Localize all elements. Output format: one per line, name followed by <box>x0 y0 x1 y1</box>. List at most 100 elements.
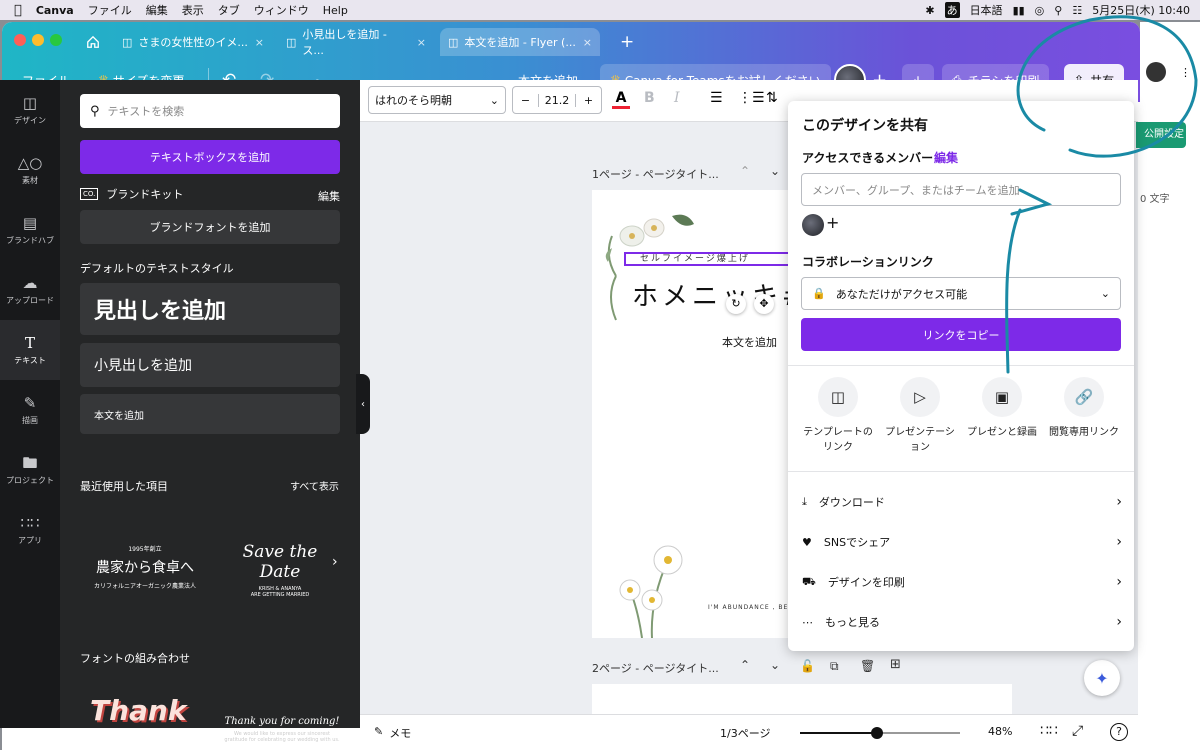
search-icon[interactable]: ⚲ <box>1054 4 1062 17</box>
font-size-stepper[interactable]: − 21.2 + <box>512 86 602 114</box>
spacing-icon[interactable]: ⇅ <box>766 90 778 106</box>
present-record-option[interactable]: ▣ プレゼンと録画 <box>962 377 1042 440</box>
wifi-icon[interactable]: ◎ <box>1035 4 1045 17</box>
zoom-slider-track[interactable] <box>800 727 960 739</box>
more-options-icon[interactable]: ⋮ <box>1180 66 1191 79</box>
more-row[interactable]: ⋯ もっと見る › <box>802 602 1122 642</box>
add-subheading-button[interactable]: 小見出しを追加 <box>80 343 340 387</box>
fullscreen-icon[interactable]: ⤢ <box>1072 723 1083 739</box>
bluetooth-icon[interactable]: ✱ <box>925 4 934 17</box>
rail-text[interactable]: T テキスト <box>0 320 60 380</box>
font-size-value[interactable]: 21.2 <box>539 94 575 107</box>
control-center-icon[interactable]: ☷ <box>1072 4 1082 17</box>
title-text[interactable]: ホメニッキ# <box>632 276 807 313</box>
minimize-window-button[interactable] <box>32 34 44 46</box>
zoom-value[interactable]: 48% <box>988 725 1012 738</box>
rotate-handle-icon[interactable]: ↻ <box>726 294 746 314</box>
add-page-icon[interactable]: ⊞ <box>890 657 901 672</box>
trash-icon[interactable]: 🗑 <box>860 659 875 673</box>
zoom-slider-knob[interactable] <box>871 727 883 739</box>
show-all-link[interactable]: すべて表示 <box>290 478 339 493</box>
lock-icon[interactable]: 🔓 <box>800 659 815 673</box>
font-family-select[interactable]: はれのそら明朝 ⌄ <box>368 86 506 114</box>
menu-view[interactable]: 表示 <box>182 2 204 18</box>
text-search-input[interactable]: ⚲ テキストを検索 <box>80 94 340 128</box>
rail-projects[interactable]: 🖿 プロジェクト <box>0 440 60 500</box>
brand-kit-edit-link[interactable]: 編集 <box>318 188 340 204</box>
rail-apps[interactable]: ∷∷ アプリ <box>0 500 60 560</box>
page-down-icon[interactable]: ⌄ <box>770 658 780 672</box>
menu-help[interactable]: Help <box>323 4 348 17</box>
ime-label[interactable]: 日本語 <box>970 2 1003 18</box>
magic-assistant-icon[interactable]: ✦ <box>1084 660 1120 696</box>
font-size-increase-button[interactable]: + <box>575 93 601 107</box>
list-icon[interactable]: ⋮☰ <box>738 90 765 106</box>
body-text[interactable]: 本文を追加 <box>722 334 777 350</box>
menu-file[interactable]: ファイル <box>88 2 132 18</box>
member-avatar[interactable] <box>802 214 824 236</box>
rail-design[interactable]: ◫ デザイン <box>0 80 60 140</box>
page-up-icon[interactable]: ⌃ <box>740 164 750 178</box>
add-members-input[interactable]: メンバー、グループ、またはチームを追加 <box>801 173 1121 206</box>
page-counter[interactable]: 1/3ページ <box>720 725 770 741</box>
presentation-option[interactable]: ▷ プレゼンテーシ ョン <box>880 377 960 455</box>
members-edit-link[interactable]: 編集 <box>934 149 958 166</box>
rail-brand[interactable]: ▤ ブランドハブ <box>0 200 60 260</box>
battery-icon[interactable]: ▮▮ <box>1013 4 1025 17</box>
font-size-decrease-button[interactable]: − <box>513 93 539 107</box>
download-row[interactable]: ⤓ ダウンロード › <box>802 482 1122 522</box>
tagline-text[interactable]: セルフイメージ爆上げ <box>624 252 794 266</box>
combo-thank-you[interactable]: Thank you! <box>90 696 200 728</box>
page-up-icon[interactable]: ⌃ <box>740 658 750 672</box>
close-window-button[interactable] <box>14 34 26 46</box>
menu-edit[interactable]: 編集 <box>146 2 168 18</box>
add-body-button[interactable]: 本文を追加 <box>80 394 340 434</box>
tab-2[interactable]: ◫ 小見出しを追加 - ス... × <box>278 28 434 57</box>
add-textbox-button[interactable]: テキストボックスを追加 <box>80 140 340 174</box>
page1-label[interactable]: 1ページ - ページタイト... <box>592 166 719 182</box>
help-icon[interactable]: ? <box>1110 723 1128 741</box>
menu-tab[interactable]: タブ <box>218 2 240 18</box>
recent-item-2[interactable]: Save the Date KRISH & ANANYA ARE GETTING… <box>220 520 340 610</box>
copy-link-button[interactable]: リンクをコピー <box>801 318 1121 351</box>
zoom-window-button[interactable] <box>50 34 62 46</box>
view-only-link-option[interactable]: 🔗 閲覧専用リンク <box>1044 377 1124 440</box>
bold-button[interactable]: B <box>644 90 655 106</box>
tab-close-icon[interactable]: × <box>583 36 592 49</box>
access-select[interactable]: 🔒 あなただけがアクセス可能 ⌄ <box>801 277 1121 310</box>
tab-close-icon[interactable]: × <box>255 36 264 49</box>
duplicate-icon[interactable]: ⧉ <box>830 659 839 674</box>
tab-1[interactable]: ◫ さまの女性性のイメ... × <box>114 28 272 56</box>
page2-label[interactable]: 2ページ - ページタイト... <box>592 660 719 676</box>
notes-button[interactable]: ✎ メモ <box>374 725 411 741</box>
daisy-decoration-bottom[interactable] <box>612 540 692 638</box>
tab-3-active[interactable]: ◫ 本文を追加 - Flyer (... × <box>440 28 600 56</box>
grid-view-icon[interactable]: ∷∷ <box>1040 723 1058 739</box>
rail-upload[interactable]: ☁ アップロード <box>0 260 60 320</box>
page-down-icon[interactable]: ⌄ <box>770 164 780 178</box>
rail-elements[interactable]: △○ 素材 <box>0 140 60 200</box>
add-brand-font-button[interactable]: ブランドフォントを追加 <box>80 210 340 244</box>
apple-icon[interactable]:  <box>14 3 22 18</box>
align-icon[interactable]: ☰ <box>710 90 723 106</box>
publish-settings-button[interactable]: 公開設定 <box>1136 122 1186 148</box>
collapse-panel-icon[interactable]: ‹ <box>356 374 370 434</box>
datetime[interactable]: 5月25日(木) 10:40 <box>1092 2 1190 18</box>
menu-app-name[interactable]: Canva <box>36 4 74 17</box>
new-tab-icon[interactable]: + <box>612 28 642 56</box>
recent-item-1[interactable]: 1995年創立 農家から食卓へ カリフォルニアオーガニック農業法人 <box>80 520 210 610</box>
carousel-next-icon[interactable]: › <box>332 554 338 570</box>
add-heading-button[interactable]: 見出しを追加 <box>80 283 340 335</box>
add-member-icon[interactable]: + <box>826 213 839 232</box>
template-link-option[interactable]: ◫ テンプレートの リンク <box>798 377 878 455</box>
menu-window[interactable]: ウィンドウ <box>254 2 309 18</box>
move-handle-icon[interactable]: ✥ <box>754 294 774 314</box>
avatar[interactable] <box>1146 62 1166 82</box>
home-icon[interactable] <box>78 28 108 56</box>
sns-share-row[interactable]: ♥ SNSでシェア › <box>802 522 1122 562</box>
combo-thank-you-coming[interactable]: Thank you for coming! We would like to e… <box>224 716 340 743</box>
print-design-row[interactable]: ⛟ デザインを印刷 › <box>802 562 1122 602</box>
italic-button[interactable]: I <box>674 90 680 106</box>
rail-draw[interactable]: ✎ 描画 <box>0 380 60 440</box>
ime-icon[interactable]: あ <box>944 2 960 18</box>
